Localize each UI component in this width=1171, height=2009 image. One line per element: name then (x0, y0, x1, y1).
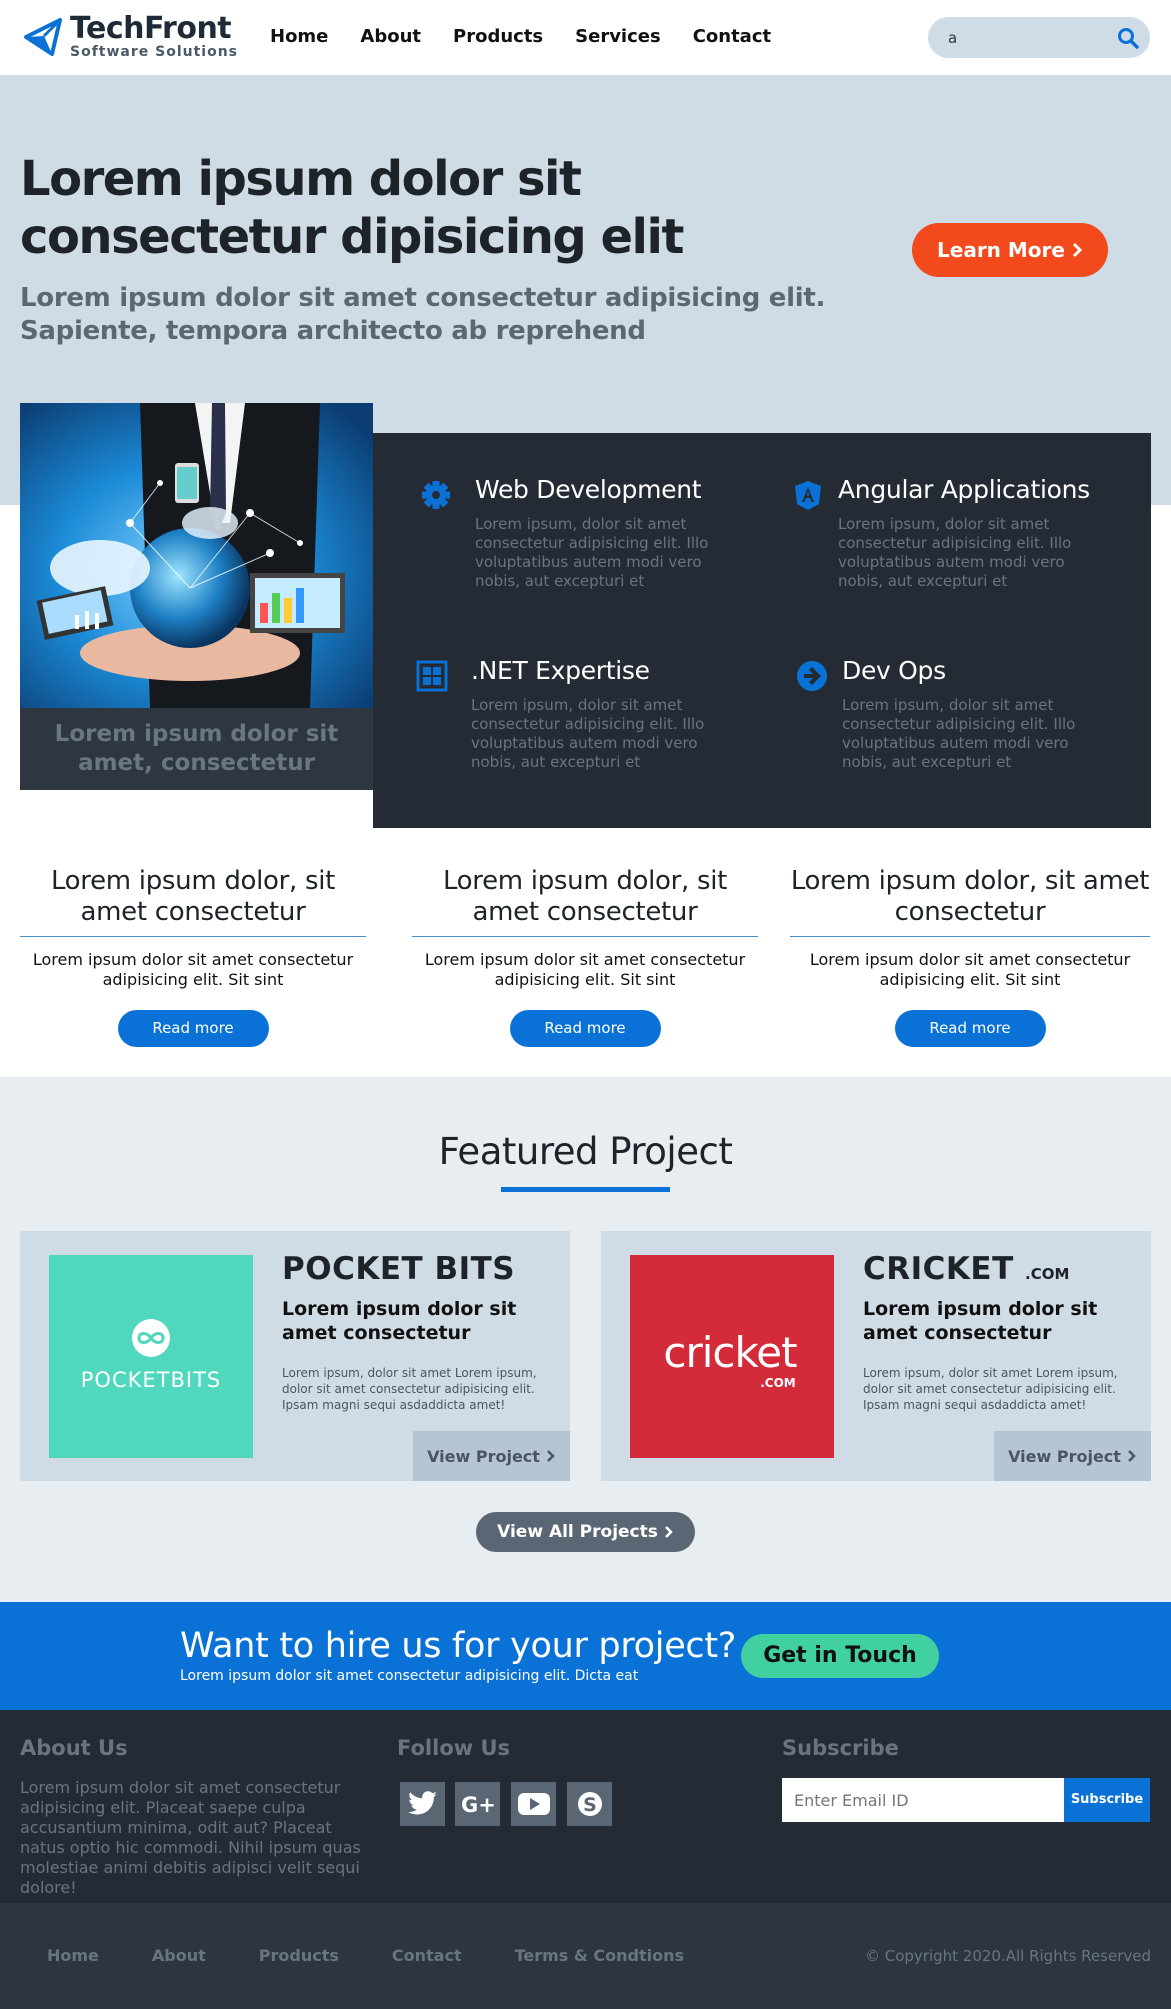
project-name: POCKET BITS (282, 1251, 516, 1287)
learn-more-label: Learn More (937, 238, 1065, 262)
nav-about[interactable]: About (360, 26, 421, 47)
service-text: Lorem ipsum, dolor sit amet consectetur … (838, 515, 1072, 590)
cta-title: Want to hire us for your project? (180, 1626, 737, 1666)
info-title: Lorem ipsum dolor, sit amet consectetur (412, 866, 758, 937)
service-title: Web Development (475, 475, 702, 504)
project-card-pocketbits: POCKETBITS POCKET BITS Lorem ipsum dolor… (20, 1231, 570, 1481)
view-all-projects-button[interactable]: View All Projects (476, 1512, 695, 1552)
cricket-logo-sub: .COM (760, 1376, 796, 1390)
search-icon[interactable] (1116, 26, 1140, 50)
nav-products[interactable]: Products (453, 26, 543, 47)
footer-links: Home About Products Contact Terms & Cond… (47, 1946, 737, 1965)
nav-services[interactable]: Services (575, 26, 661, 47)
view-project-label: View Project (427, 1446, 540, 1466)
service-title: .NET Expertise (471, 656, 650, 685)
logo-icon (24, 18, 62, 56)
about-us-text: Lorem ipsum dolor sit amet consectetur a… (20, 1778, 361, 1897)
pocketbits-logo: POCKETBITS (49, 1255, 253, 1458)
search-box (928, 17, 1150, 58)
google-plus-icon[interactable]: G+ (455, 1782, 500, 1826)
read-more-button[interactable]: Read more (509, 1010, 661, 1047)
windows-icon (416, 660, 448, 692)
info-text: Lorem ipsum dolor sit amet consectetur a… (809, 950, 1131, 989)
footer-link-contact[interactable]: Contact (392, 1946, 462, 1965)
view-project-button[interactable]: View Project (413, 1431, 570, 1481)
nav-contact[interactable]: Contact (693, 26, 771, 47)
view-project-label: View Project (1008, 1446, 1121, 1466)
arrow-circle-icon (797, 661, 827, 691)
service-text: Lorem ipsum, dolor sit amet consectetur … (475, 515, 709, 590)
chevron-right-icon (1072, 242, 1083, 258)
service-title: Angular Applications (838, 475, 1090, 504)
view-project-button[interactable]: View Project (994, 1431, 1151, 1481)
info-text: Lorem ipsum dolor sit amet consectetur a… (424, 950, 746, 989)
gear-icon (422, 481, 450, 509)
service-title: Dev Ops (842, 656, 946, 685)
search-input[interactable] (948, 25, 1108, 50)
youtube-icon[interactable] (511, 1782, 556, 1826)
project-card-cricket: cricket .COM CRICKET .COM Lorem ipsum do… (601, 1231, 1151, 1481)
chevron-right-icon (665, 1526, 673, 1538)
subscribe-heading: Subscribe (782, 1736, 899, 1760)
info-column-1: Lorem ipsum dolor, sit amet consectetur … (20, 866, 366, 1047)
footer-link-terms[interactable]: Terms & Condtions (515, 1946, 684, 1965)
hero-image-card: Lorem ipsum dolor sit amet, consectetur (20, 403, 373, 790)
about-us-heading: About Us (20, 1736, 128, 1760)
info-text: Lorem ipsum dolor sit amet consectetur a… (32, 950, 354, 989)
cricket-logo-text: cricket (663, 1328, 797, 1377)
read-more-button[interactable]: Read more (894, 1010, 1046, 1047)
follow-us-heading: Follow Us (397, 1736, 511, 1760)
learn-more-button[interactable]: Learn More (912, 223, 1108, 277)
project-name: CRICKET .COM (863, 1251, 1070, 1287)
hero-subtitle: Lorem ipsum dolor sit amet consectetur a… (20, 283, 826, 346)
chevron-right-icon (1128, 1450, 1136, 1462)
footer-link-home[interactable]: Home (47, 1946, 99, 1965)
nav-home[interactable]: Home (270, 26, 328, 47)
info-title: Lorem ipsum dolor, sit amet consectetur (20, 866, 366, 937)
footer-link-about[interactable]: About (152, 1946, 206, 1965)
featured-projects-section: Featured Project POCKETBITS POCKET BITS … (0, 1077, 1171, 1602)
service-text: Lorem ipsum, dolor sit amet consectetur … (471, 696, 705, 771)
brand-tagline: Software Solutions (70, 44, 239, 60)
cta-subtitle: Lorem ipsum dolor sit amet consectetur a… (180, 1668, 639, 1684)
featured-title: Featured Project (438, 1130, 733, 1173)
copyright-text: © Copyright 2020.All Rights Reserved (864, 1947, 1151, 1965)
hire-us-banner: Want to hire us for your project? Lorem … (0, 1602, 1171, 1710)
view-all-label: View All Projects (497, 1522, 658, 1542)
brand-logo[interactable]: TechFront Software Solutions (22, 14, 238, 60)
twitter-icon[interactable] (400, 1782, 445, 1826)
get-in-touch-button[interactable]: Get in Touch (741, 1634, 939, 1678)
project-text: Lorem ipsum, dolor sit amet Lorem ipsum,… (863, 1366, 1118, 1412)
footer-link-products[interactable]: Products (259, 1946, 339, 1965)
svg-text:G+: G+ (461, 1793, 495, 1815)
project-heading: Lorem ipsum dolor sit amet consectetur (863, 1298, 1098, 1344)
image-caption: Lorem ipsum dolor sit amet, consectetur (20, 708, 373, 790)
info-column-3: Lorem ipsum dolor, sit amet consectetur … (790, 866, 1150, 1047)
top-navbar: TechFront Software Solutions Home About … (0, 0, 1171, 75)
brand-name: TechFront (70, 11, 232, 46)
info-column-2: Lorem ipsum dolor, sit amet consectetur … (412, 866, 758, 1047)
footer: About Us Lorem ipsum dolor sit amet cons… (0, 1710, 1171, 1903)
project-text: Lorem ipsum, dolor sit amet Lorem ipsum,… (282, 1366, 537, 1412)
skype-icon[interactable]: S (567, 1782, 612, 1826)
project-heading: Lorem ipsum dolor sit amet consectetur (282, 1298, 517, 1344)
hero-title: Lorem ipsum dolor sit consectetur dipisi… (20, 151, 684, 265)
bottom-bar: Home About Products Contact Terms & Cond… (0, 1903, 1171, 2009)
service-text: Lorem ipsum, dolor sit amet consectetur … (842, 696, 1076, 771)
title-underline (501, 1187, 670, 1192)
pocketbits-logo-text: POCKETBITS (81, 1368, 221, 1392)
read-more-button[interactable]: Read more (117, 1010, 269, 1047)
subscribe-button[interactable]: Subscribe (1064, 1778, 1150, 1822)
svg-text:S: S (583, 1794, 597, 1816)
services-panel: Web Development Lorem ipsum, dolor sit a… (373, 433, 1151, 828)
project-name-suffix: .COM (1025, 1265, 1070, 1283)
email-field[interactable] (782, 1778, 1064, 1822)
info-title: Lorem ipsum dolor, sit amet consectetur (790, 866, 1150, 937)
chevron-right-icon (547, 1450, 555, 1462)
business-tech-photo (20, 403, 373, 708)
angular-icon (795, 481, 821, 510)
cricket-logo: cricket .COM (630, 1255, 834, 1458)
main-menu: Home About Products Services Contact (270, 26, 771, 47)
